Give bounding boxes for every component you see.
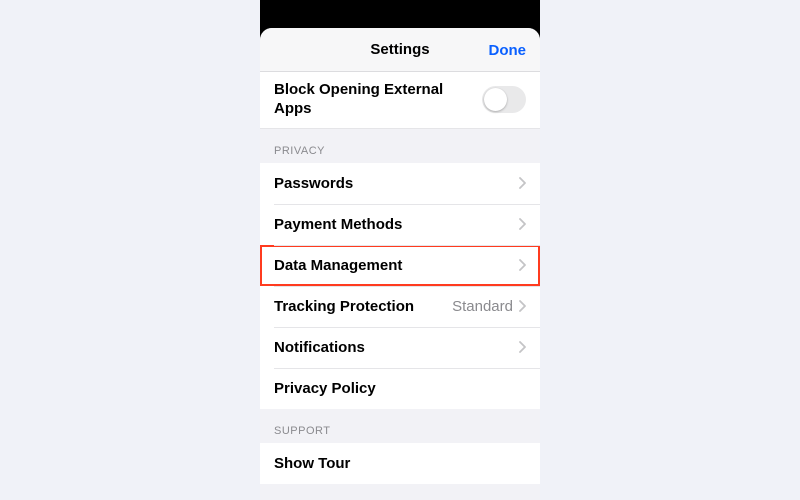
group-support: Show Tour [260,443,540,484]
row-label: Tracking Protection [274,298,414,315]
settings-sheet: Settings Done Block Opening External App… [260,28,540,500]
row-label: Payment Methods [274,216,402,233]
chevron-right-icon [519,300,526,312]
row-value: Standard [452,298,513,315]
chevron-right-icon [519,177,526,189]
row-tracking-protection[interactable]: Tracking Protection Standard [260,286,540,327]
chevron-right-icon [519,341,526,353]
group-privacy: Passwords Payment Methods [260,163,540,409]
row-block-opening-external-apps[interactable]: Block Opening External Apps [260,72,540,129]
phone-frame: Settings Done Block Opening External App… [260,0,540,500]
row-label: Passwords [274,175,353,192]
row-label: Notifications [274,339,365,356]
row-data-management[interactable]: Data Management [260,245,540,286]
chevron-right-icon [519,218,526,230]
block-opening-label: Block Opening External Apps [274,81,444,119]
section-header-privacy: PRIVACY [260,129,540,163]
section-header-support: SUPPORT [260,409,540,443]
toggle-block-opening[interactable] [482,86,526,113]
toggle-knob [484,88,507,111]
row-payment-methods[interactable]: Payment Methods [260,204,540,245]
settings-content: Block Opening External Apps PRIVACY Pass… [260,72,540,500]
row-notifications[interactable]: Notifications [260,327,540,368]
row-label: Privacy Policy [274,380,376,397]
row-passwords[interactable]: Passwords [260,163,540,204]
row-show-tour[interactable]: Show Tour [260,443,540,484]
nav-bar: Settings Done [260,28,540,72]
row-label: Show Tour [274,455,350,472]
chevron-right-icon [519,259,526,271]
nav-title: Settings [370,41,429,58]
row-label: Data Management [274,257,402,274]
row-privacy-policy[interactable]: Privacy Policy [260,368,540,409]
done-button[interactable]: Done [489,28,527,72]
